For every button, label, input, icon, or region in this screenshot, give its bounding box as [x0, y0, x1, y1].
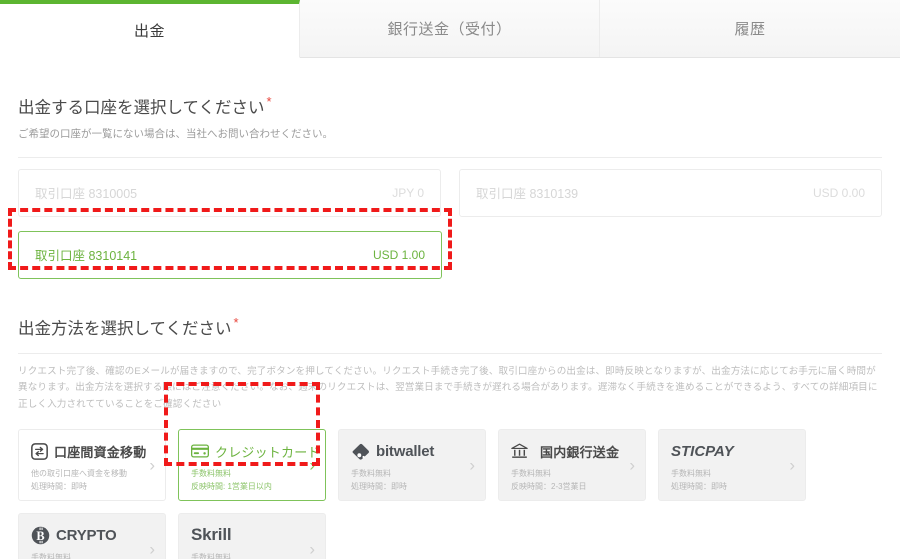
chevron-right-icon: › — [309, 539, 315, 559]
bitwallet-icon — [351, 443, 370, 460]
tab-label: 銀行送金（受付） — [387, 21, 512, 38]
tab-withdrawal[interactable]: 出金 — [0, 0, 300, 58]
tile-meta-line-2: 処理時間：即時 — [351, 482, 407, 492]
tab-history[interactable]: 履歴 — [600, 0, 900, 57]
account-card-row-2: 取引口座 8310141 USD 1.00 — [18, 230, 882, 279]
chevron-right-icon: › — [789, 455, 795, 475]
account-card-8310005[interactable]: 取引口座 8310005 JPY 0 — [18, 168, 441, 217]
credit-card-icon — [191, 444, 209, 458]
method-description: リクエスト完了後、確認のEメールが届きますので、完了ボタンを押してください。リク… — [18, 365, 878, 410]
account-grid-spacer — [460, 231, 882, 279]
chevron-right-icon: › — [149, 455, 155, 475]
tile-meta-line-2: 処理時間：即時 — [31, 482, 87, 492]
account-balance: JPY 0 — [392, 185, 424, 200]
svg-text:B: B — [36, 529, 44, 543]
tile-header: bitwallet — [351, 440, 474, 462]
method-tile-domestic-bank-transfer[interactable]: 国内銀行送金 手数料無料 反映時間：2-3営業日 › — [498, 429, 646, 502]
method-tile-bitwallet[interactable]: bitwallet 手数料無料 処理時間：即時 › — [338, 429, 486, 502]
section-divider — [18, 156, 882, 158]
sticpay-wordmark: STICPAY — [671, 442, 734, 460]
tile-title: 口座間資金移動 — [54, 444, 147, 460]
tile-meta-line-1: 手数料無料 — [191, 553, 231, 559]
tile-header: Skrill — [191, 524, 314, 546]
tile-meta-line-2: 反映時間: 1営業日以内 — [191, 482, 272, 492]
account-section-title-text: 出金する口座を選択してください — [18, 99, 265, 117]
tile-header: STICPAY — [671, 440, 794, 462]
account-section-title: 出金する口座を選択してください * — [18, 94, 882, 118]
required-asterisk: * — [266, 94, 272, 109]
bank-icon — [511, 443, 528, 459]
tile-header: クレジットカード — [191, 440, 320, 462]
tile-meta-line-1: 手数料無料 — [351, 469, 391, 479]
method-tile-grid: 口座間資金移動 他の取引口座へ資金を移動 処理時間：即時 › クレジットカード … — [18, 429, 882, 559]
account-section-subtitle: ご希望の口座が一覧にない場合は、当社へお問い合わせください。 — [18, 128, 333, 140]
chevron-right-icon: › — [309, 455, 315, 475]
account-card-row-1: 取引口座 8310005 JPY 0 取引口座 8310139 USD 0.00 — [18, 168, 882, 217]
account-balance: USD 1.00 — [372, 247, 425, 262]
transfer-icon — [31, 442, 48, 460]
tab-label: 出金 — [133, 23, 165, 40]
tile-title: 国内銀行送金 — [540, 444, 620, 460]
tile-meta-line-1: 手数料無料 — [191, 469, 231, 479]
withdrawal-page: 出金 銀行送金（受付） 履歴 出金する口座を選択してください * ご希望の口座が一… — [0, 0, 900, 559]
tile-meta: 手数料無料 反映時間: 1営業日以内 — [191, 468, 314, 494]
tile-meta: 手数料無料 処理時間：即時 — [191, 552, 314, 559]
method-tile-skrill[interactable]: Skrill 手数料無料 処理時間：即時 › — [178, 513, 326, 559]
tile-title: CRYPTO — [56, 526, 117, 544]
account-label: 取引口座 8310139 — [476, 187, 579, 202]
tile-title: クレジットカード — [215, 444, 321, 460]
chevron-right-icon: › — [469, 455, 475, 475]
tile-meta-line-2: 処理時間：即時 — [671, 482, 727, 492]
account-card-8310139[interactable]: 取引口座 8310139 USD 0.00 — [459, 168, 882, 217]
method-tile-sticpay[interactable]: STICPAY 手数料無料 処理時間：即時 › — [658, 429, 806, 502]
tile-header: B CRYPTO — [31, 524, 154, 546]
account-card-8310141[interactable]: 取引口座 8310141 USD 1.00 — [18, 230, 442, 279]
account-label: 取引口座 8310005 — [35, 187, 138, 202]
chevron-right-icon: › — [149, 539, 155, 559]
tile-meta: 手数料無料 処理時間：即時 — [671, 468, 794, 494]
tile-meta-line-1: 手数料無料 — [511, 469, 551, 479]
tile-meta: 手数料無料 処理時間：即時 — [31, 552, 154, 559]
method-tile-account-transfer[interactable]: 口座間資金移動 他の取引口座へ資金を移動 処理時間：即時 › — [18, 429, 166, 502]
tile-meta-line-1: 他の取引口座へ資金を移動 — [31, 469, 127, 479]
chevron-right-icon: › — [629, 455, 635, 475]
bitcoin-icon: B — [31, 526, 50, 545]
account-label: 取引口座 8310141 — [35, 249, 138, 264]
account-balance: USD 0.00 — [812, 185, 865, 200]
tile-meta-line-1: 手数料無料 — [671, 469, 711, 479]
method-tile-crypto[interactable]: B CRYPTO 手数料無料 処理時間：即時 › — [18, 513, 166, 559]
tab-label: 履歴 — [734, 21, 766, 38]
tile-meta: 他の取引口座へ資金を移動 処理時間：即時 — [31, 468, 154, 494]
method-section-title-text: 出金方法を選択してください — [18, 319, 232, 338]
tile-title: bitwallet — [376, 442, 435, 460]
skrill-wordmark: Skrill — [191, 525, 232, 545]
method-section-title: 出金方法を選択してください * — [18, 315, 882, 339]
tab-bar: 出金 銀行送金（受付） 履歴 — [0, 0, 900, 58]
page-content: 出金する口座を選択してください * ご希望の口座が一覧にない場合は、当社へお問い合… — [0, 94, 900, 559]
tile-meta: 手数料無料 反映時間：2-3営業日 — [511, 468, 634, 494]
tab-bank-transfer[interactable]: 銀行送金（受付） — [300, 0, 600, 57]
tile-header: 国内銀行送金 — [511, 440, 634, 462]
tile-meta: 手数料無料 処理時間：即時 — [351, 468, 474, 494]
tile-meta-line-2: 反映時間：2-3営業日 — [511, 482, 587, 492]
method-tile-credit-card[interactable]: クレジットカード 手数料無料 反映時間: 1営業日以内 › — [178, 429, 326, 502]
section-divider — [18, 352, 882, 354]
tile-header: 口座間資金移動 — [31, 440, 154, 462]
required-asterisk: * — [233, 314, 239, 330]
tile-meta-line-1: 手数料無料 — [31, 553, 71, 559]
